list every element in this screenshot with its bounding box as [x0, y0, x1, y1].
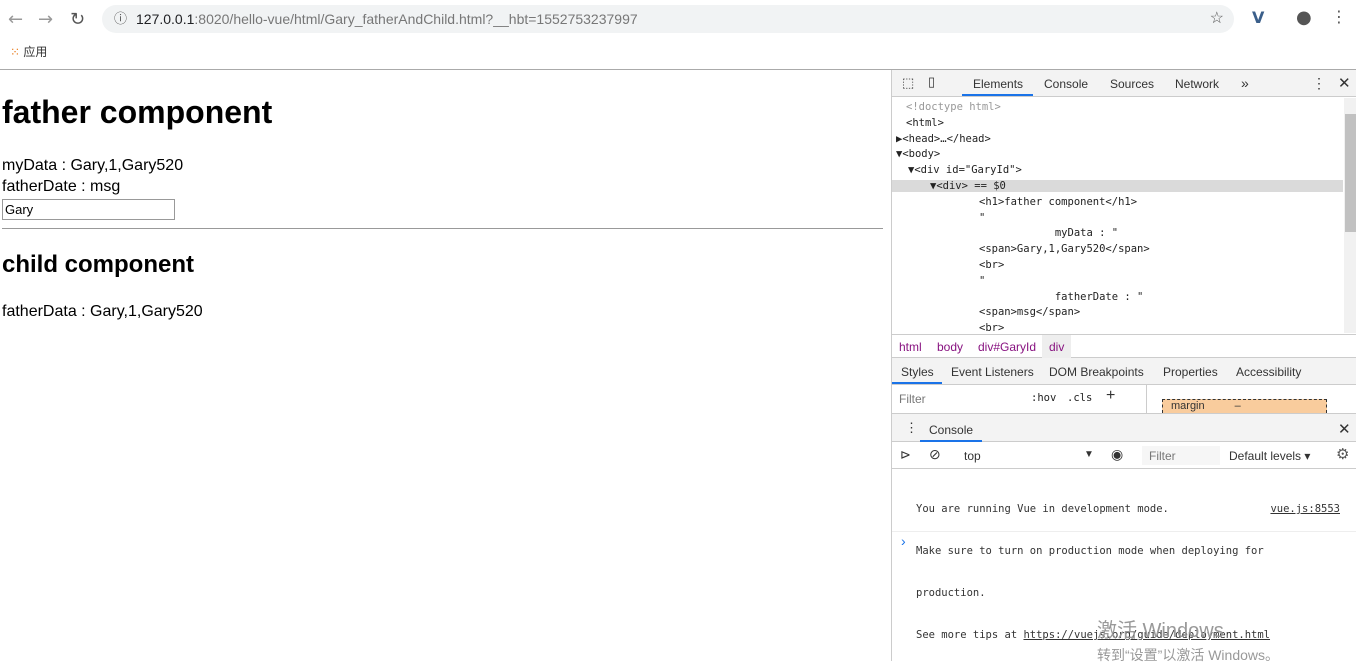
reload-icon[interactable]: ↻	[70, 9, 85, 30]
settings-icon[interactable]: ⚙	[1336, 445, 1349, 463]
message-line: See more tips at	[916, 629, 1024, 641]
mydata-line: myData : Gary,1,Gary520	[2, 157, 184, 174]
dom-node[interactable]: ▶<head>…</head>	[896, 133, 991, 145]
cls-button[interactable]: .cls	[1067, 392, 1092, 404]
dom-node[interactable]: "	[979, 212, 985, 224]
margin-label: margin	[1171, 400, 1205, 412]
tab-console[interactable]: Console	[1044, 77, 1088, 91]
tab-properties[interactable]: Properties	[1163, 365, 1218, 379]
dom-node[interactable]: ▼<div id="GaryId">	[908, 164, 1022, 176]
styles-pane: Filter :hov .cls + margin –	[892, 385, 1356, 413]
watermark-line2: 转到“设置”以激活 Windows。	[1097, 647, 1280, 663]
message-line: You are running Vue in development mode.	[916, 503, 1169, 515]
device-icon[interactable]: ▯	[928, 74, 935, 90]
styles-filter-input[interactable]: Filter	[899, 392, 1019, 406]
breadcrumb-html[interactable]: html	[899, 340, 922, 354]
dom-node[interactable]: myData : "	[979, 227, 1118, 239]
tab-event-listeners[interactable]: Event Listeners	[951, 365, 1034, 379]
margin-box: margin –	[1162, 399, 1327, 413]
active-tab-indicator	[892, 382, 942, 384]
info-icon[interactable]: ⓘ	[114, 5, 127, 33]
windows-watermark: 激活 Windows 转到“设置”以激活 Windows。	[1097, 614, 1279, 665]
star-icon[interactable]: ☆	[1210, 5, 1224, 33]
context-select[interactable]: top	[964, 449, 981, 463]
console-toolbar: ⊳ ⊘ top ▼ ◉ Filter Default levels ▾ ⚙	[892, 442, 1356, 469]
watermark-line1: 激活 Windows	[1097, 620, 1224, 642]
console-prompt[interactable]: ›	[901, 533, 906, 549]
dom-node[interactable]: <span>msg</span>	[979, 306, 1080, 318]
dom-node[interactable]: <span>Gary,1,Gary520</span>	[979, 243, 1150, 255]
scrollbar[interactable]	[1344, 98, 1356, 333]
drawer-tabbar: ⋮ Console ✕	[892, 413, 1356, 442]
fatherdate-line: fatherDate : msg	[2, 178, 121, 195]
browser-toolbar: ← → ↻ ⓘ 127.0.0.1:8020/hello-vue/html/Ga…	[0, 0, 1356, 38]
divider	[892, 531, 1356, 532]
more-tabs-icon[interactable]: »	[1241, 75, 1249, 91]
tab-network[interactable]: Network	[1175, 77, 1219, 91]
page-content: father component myData : Gary,1,Gary520…	[0, 70, 891, 661]
dom-node[interactable]: <br>	[979, 322, 1004, 334]
breadcrumb-div[interactable]: div	[1042, 335, 1072, 359]
sidebar-toggle-icon[interactable]: ⊳	[900, 447, 911, 463]
back-icon[interactable]: ←	[8, 9, 23, 30]
hov-button[interactable]: :hov	[1031, 392, 1056, 404]
message-line: Make sure to turn on production mode whe…	[916, 545, 1264, 557]
breadcrumb-div-garyid[interactable]: div#GaryId	[978, 340, 1036, 354]
close-icon[interactable]: ✕	[1338, 74, 1351, 92]
source-link[interactable]: vue.js:8553	[1270, 502, 1340, 516]
inspect-icon[interactable]: ⬚	[902, 75, 914, 91]
bookmarks-bar: ⁙ 应用	[0, 38, 1356, 66]
dom-node[interactable]: <h1>father component</h1>	[979, 196, 1137, 208]
styles-tabbar: Styles Event Listeners DOM Breakpoints P…	[892, 358, 1356, 385]
devtools-menu-icon[interactable]: ⋮	[1312, 75, 1326, 92]
tab-accessibility[interactable]: Accessibility	[1236, 365, 1301, 379]
dom-node[interactable]: <!doctype html>	[906, 101, 1001, 113]
tab-styles[interactable]: Styles	[901, 365, 934, 379]
account-icon[interactable]: ●	[1296, 7, 1312, 28]
menu-icon[interactable]: ⋮	[1331, 7, 1347, 26]
dom-node[interactable]: fatherDate : "	[979, 291, 1144, 303]
apps-icon[interactable]: ⁙	[10, 45, 20, 59]
dom-node[interactable]: <br>	[979, 259, 1004, 271]
dom-node-selected[interactable]: ▼<div> == $0	[892, 180, 1343, 192]
devtools-panel: ⬚ ▯ Elements Console Sources Network » ⋮…	[891, 70, 1356, 661]
active-tab-indicator	[962, 94, 1033, 96]
divider	[1146, 385, 1147, 413]
margin-value: –	[1234, 400, 1241, 412]
add-rule-button[interactable]: +	[1106, 387, 1115, 405]
child-heading: child component	[2, 251, 194, 278]
fatherdata-line: fatherData : Gary,1,Gary520	[2, 303, 203, 320]
close-drawer-icon[interactable]: ✕	[1338, 420, 1351, 438]
forward-icon[interactable]: →	[38, 9, 53, 30]
drawer-menu-icon[interactable]: ⋮	[905, 420, 918, 436]
chevron-down-icon[interactable]: ▼	[1084, 449, 1094, 460]
father-heading: father component	[2, 94, 273, 130]
dom-node[interactable]: "	[979, 275, 985, 287]
message-line: production.	[916, 587, 986, 599]
breadcrumb-body[interactable]: body	[937, 340, 963, 354]
tab-dom-breakpoints[interactable]: DOM Breakpoints	[1049, 365, 1144, 379]
tab-elements[interactable]: Elements	[973, 77, 1023, 91]
drawer-tab-console[interactable]: Console	[929, 423, 973, 437]
address-bar[interactable]: ⓘ 127.0.0.1:8020/hello-vue/html/Gary_fat…	[102, 5, 1234, 33]
devtools-tabbar: ⬚ ▯ Elements Console Sources Network » ⋮…	[892, 70, 1356, 97]
console-filter-input[interactable]: Filter	[1142, 446, 1220, 465]
vue-devtools-icon[interactable]: V	[1252, 8, 1264, 27]
log-levels-dropdown[interactable]: Default levels ▾	[1229, 449, 1310, 463]
dom-node[interactable]: <html>	[906, 117, 944, 129]
url-path: :8020/hello-vue/html/Gary_fatherAndChild…	[194, 11, 638, 27]
breadcrumb: html body div#GaryId div	[892, 334, 1356, 359]
text-input[interactable]	[2, 199, 175, 220]
url-host: 127.0.0.1	[136, 11, 195, 27]
tab-sources[interactable]: Sources	[1110, 77, 1154, 91]
dom-node[interactable]: ▼<body>	[896, 148, 940, 160]
eye-icon[interactable]: ◉	[1111, 446, 1123, 463]
bookmark-apps[interactable]: 应用	[23, 45, 47, 59]
divider	[2, 228, 883, 229]
clear-console-icon[interactable]: ⊘	[929, 446, 941, 463]
